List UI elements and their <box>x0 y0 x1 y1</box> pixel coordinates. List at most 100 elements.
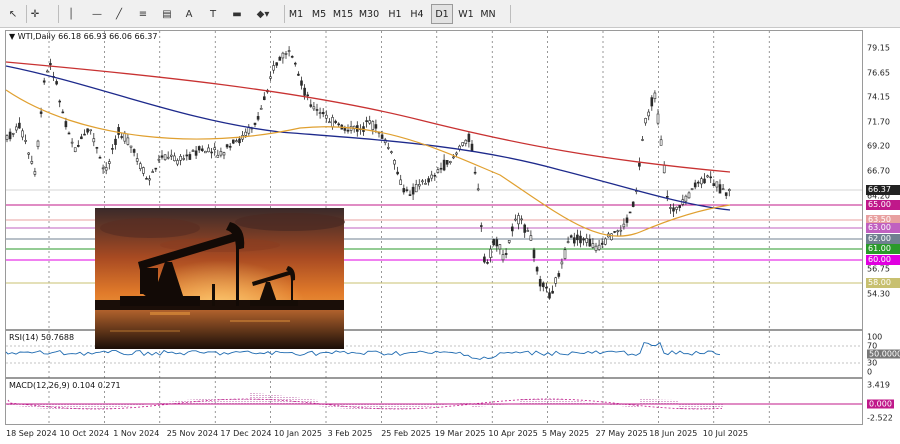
candle-body <box>253 122 257 125</box>
candle-body <box>73 147 77 153</box>
candle-body <box>210 151 213 154</box>
candle-body <box>470 143 474 152</box>
candle-body <box>721 188 725 191</box>
candle-body <box>15 126 18 131</box>
candle-body <box>662 164 666 174</box>
candle-body <box>724 192 728 196</box>
candle-body <box>228 145 232 148</box>
candle-body <box>417 184 421 187</box>
candle-body <box>414 184 418 193</box>
candle-body <box>21 130 24 138</box>
candle-body <box>433 174 437 177</box>
candle-body <box>600 242 604 245</box>
candle-body <box>64 121 68 128</box>
candle-body <box>424 183 427 185</box>
candle-body <box>278 56 282 61</box>
candle-body <box>613 231 616 233</box>
candle-body <box>532 249 536 259</box>
candle-body <box>80 136 83 140</box>
candle-body <box>529 235 533 241</box>
candle-body <box>452 156 455 159</box>
candle-body <box>70 141 74 144</box>
candle-body <box>690 188 694 190</box>
candle-body <box>566 241 570 243</box>
candle-body <box>616 230 620 233</box>
candle-body <box>120 136 123 138</box>
candle-body <box>86 128 89 133</box>
candle-body <box>687 192 691 199</box>
candle-body <box>111 148 114 150</box>
candle-body <box>628 211 632 214</box>
ma-200-line <box>5 61 731 173</box>
candle-body <box>501 254 505 261</box>
candle-body <box>386 147 390 149</box>
candle-body <box>139 163 142 169</box>
candle-body <box>30 161 34 164</box>
candle-body <box>585 238 589 243</box>
candle-body <box>427 178 430 183</box>
candle-body <box>402 188 406 193</box>
candle-body <box>185 154 189 157</box>
rsi-line <box>5 342 721 360</box>
candle-body <box>176 160 179 165</box>
candle-body <box>262 96 266 101</box>
candle-body <box>399 179 403 185</box>
candle-body <box>479 225 483 227</box>
candle-body <box>653 92 657 100</box>
candle-body <box>61 111 65 114</box>
candle-body <box>321 112 325 115</box>
candle-body <box>421 180 424 183</box>
candle-body <box>535 267 539 272</box>
candle-body <box>709 176 713 179</box>
candle-body <box>545 286 548 289</box>
candle-body <box>306 94 310 97</box>
candle-body <box>170 154 173 157</box>
candle-body <box>576 234 579 241</box>
candle-body <box>644 118 647 124</box>
candle-body <box>204 150 207 154</box>
candle-body <box>238 138 241 144</box>
candle-body <box>464 139 468 144</box>
candle-body <box>510 226 514 232</box>
candle-body <box>213 147 216 151</box>
candle-body <box>269 76 272 79</box>
candle-body <box>569 235 573 238</box>
candle-body <box>157 158 161 161</box>
candle-body <box>476 188 480 191</box>
candle-body <box>256 116 260 120</box>
candle-body <box>135 158 139 162</box>
candle-body <box>411 186 415 195</box>
candle-body <box>659 139 663 146</box>
candle-body <box>610 233 613 241</box>
candle-body <box>455 152 458 155</box>
candle-body <box>334 120 337 123</box>
candle-body <box>665 196 669 198</box>
candle-body <box>281 52 285 59</box>
candle-body <box>235 140 238 143</box>
candle-body <box>625 217 629 223</box>
candle-body <box>374 124 378 129</box>
candle-body <box>163 154 167 160</box>
candle-body <box>145 178 148 180</box>
candle-body <box>297 73 300 76</box>
candle-body <box>108 161 111 164</box>
candle-body <box>142 167 145 174</box>
candle-body <box>11 133 15 135</box>
candle-body <box>89 129 92 132</box>
candle-body <box>18 122 21 129</box>
candle-body <box>191 150 195 152</box>
candle-body <box>594 245 598 251</box>
candle-body <box>284 53 288 55</box>
candle-body <box>148 178 151 181</box>
price-chart-canvas <box>5 31 862 424</box>
candle-body <box>700 178 703 185</box>
candle-body <box>232 139 235 144</box>
candle-body <box>309 104 313 107</box>
candle-body <box>98 156 102 159</box>
candle-body <box>36 140 40 147</box>
candle-body <box>303 87 306 96</box>
candle-body <box>380 134 384 139</box>
candle-body <box>504 253 508 255</box>
candle-body <box>194 150 198 156</box>
candle-body <box>173 155 176 162</box>
